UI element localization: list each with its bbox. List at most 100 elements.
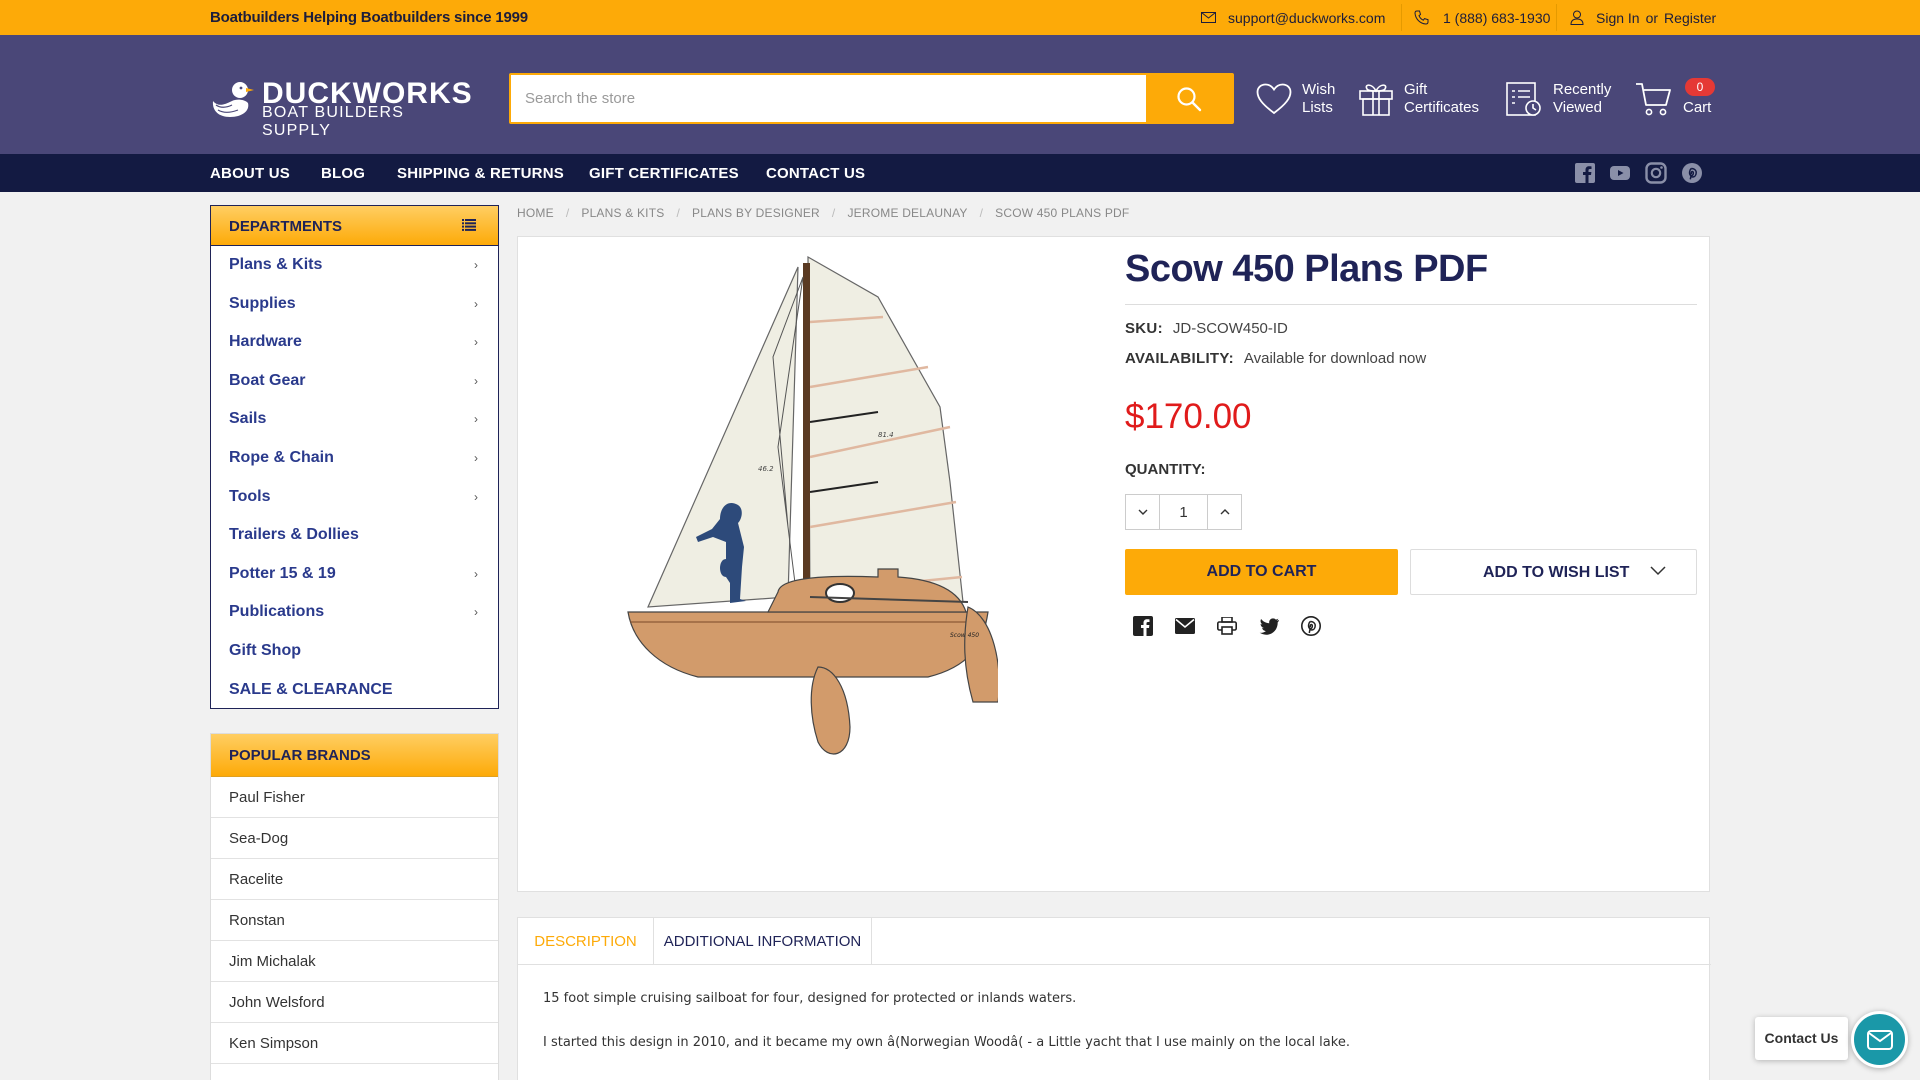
breadcrumb-current: SCOW 450 PLANS PDF (995, 206, 1130, 220)
search-input[interactable]: Search the store (525, 90, 635, 107)
quantity-input[interactable]: 1 (1160, 504, 1207, 521)
dept-plans-kits[interactable]: Plans & Kits › (211, 246, 498, 285)
recently-viewed-link[interactable]: Recently Viewed (1505, 77, 1615, 121)
dept-sale-clearance[interactable]: SALE & CLEARANCE (211, 671, 498, 710)
contact-us-button[interactable] (1851, 1011, 1908, 1068)
departments-header[interactable]: DEPARTMENTS (211, 206, 498, 246)
instagram-icon[interactable] (1645, 162, 1667, 184)
logo[interactable]: DUCKWORKS BOAT BUILDERS SUPPLY (210, 77, 472, 139)
facebook-icon[interactable] (1574, 162, 1596, 184)
chevron-down-icon (1650, 566, 1666, 576)
brand-item[interactable]: Jim Michalak (211, 941, 498, 982)
breadcrumb-separator: / (831, 206, 836, 220)
popular-brands-title: POPULAR BRANDS (229, 747, 371, 764)
dept-supplies[interactable]: Supplies › (211, 285, 498, 324)
add-to-wish-list-label: ADD TO WISH LIST (1483, 564, 1630, 581)
tab-divider (518, 964, 1711, 965)
search-button[interactable] (1146, 75, 1232, 122)
add-to-wish-list-button[interactable]: ADD TO WISH LIST (1410, 549, 1697, 595)
dept-label: Tools (229, 487, 271, 505)
sku-value: JD-SCOW450-ID (1172, 320, 1288, 337)
phone-text: 1 (888) 683-1930 (1443, 9, 1551, 26)
contact-us-label[interactable]: Contact Us (1755, 1017, 1848, 1060)
email-link[interactable]: support@duckworks.com (1201, 0, 1385, 35)
add-to-cart-button[interactable]: ADD TO CART (1125, 549, 1398, 595)
breadcrumb-plans-by-designer[interactable]: PLANS BY DESIGNER (692, 206, 820, 220)
dept-trailers-dollies[interactable]: Trailers & Dollies (211, 516, 498, 555)
title-divider (1125, 304, 1697, 305)
dept-rope-chain[interactable]: Rope & Chain › (211, 439, 498, 478)
chevron-right-icon: › (474, 412, 478, 427)
chevron-right-icon: › (474, 296, 478, 311)
brand-item[interactable]: Ken Simpson (211, 1023, 498, 1064)
gift-certificates-link[interactable]: Gift Certificates (1358, 77, 1494, 121)
brand-item[interactable]: Ronstan (211, 900, 498, 941)
sku-row: SKU: JD-SCOW450-ID (1125, 320, 1288, 337)
recently-viewed-label: Recently Viewed (1553, 81, 1612, 116)
dept-hardware[interactable]: Hardware › (211, 323, 498, 362)
dept-tools[interactable]: Tools › (211, 478, 498, 517)
gift-certificates-label: Gift Certificates (1404, 81, 1480, 116)
account-links: Sign In or Register (1570, 0, 1716, 35)
tab-additional-information[interactable]: ADDITIONAL INFORMATION (654, 918, 872, 965)
nav-about-us[interactable]: ABOUT US (210, 165, 290, 182)
quantity-decrease-button[interactable] (1126, 495, 1160, 529)
share-facebook-icon[interactable] (1132, 615, 1154, 637)
divider (1556, 4, 1557, 31)
sign-in-link[interactable]: Sign In (1596, 10, 1640, 26)
chevron-right-icon: › (474, 373, 478, 388)
email-text: support@duckworks.com (1228, 9, 1386, 26)
recently-viewed-icon (1506, 82, 1541, 116)
pinterest-icon[interactable] (1681, 162, 1703, 184)
brand-item[interactable]: Sea-Dog (211, 818, 498, 859)
youtube-icon[interactable] (1609, 162, 1631, 184)
phone-icon (1414, 10, 1429, 25)
dept-sails[interactable]: Sails › (211, 400, 498, 439)
brand-label: Paul Fisher (229, 789, 305, 806)
print-icon[interactable] (1216, 615, 1238, 637)
brand-item[interactable]: John Welsford (211, 982, 498, 1023)
quantity-increase-button[interactable] (1207, 495, 1241, 529)
share-twitter-icon[interactable] (1258, 615, 1280, 637)
or-text: or (1645, 9, 1659, 26)
chevron-right-icon: › (474, 450, 478, 465)
brand-item[interactable]: Racelite (211, 859, 498, 900)
wish-lists-link[interactable]: Wish Lists (1256, 77, 1342, 121)
share-email-icon[interactable] (1174, 615, 1196, 637)
dept-potter[interactable]: Potter 15 & 19 › (211, 555, 498, 594)
main-nav: ABOUT US BLOG SHIPPING & RETURNS GIFT CE… (0, 154, 1920, 192)
phone-link[interactable]: 1 (888) 683-1930 (1414, 0, 1550, 35)
dept-label: SALE & CLEARANCE (229, 680, 393, 698)
product-title: Scow 450 Plans PDF (1125, 248, 1488, 290)
availability-row: AVAILABILITY: Available for download now (1125, 350, 1426, 367)
dept-label: Hardware (229, 333, 302, 351)
register-link[interactable]: Register (1664, 10, 1716, 26)
dept-label: Publications (229, 603, 325, 621)
breadcrumb-plans-kits[interactable]: PLANS & KITS (581, 206, 664, 220)
brand-item[interactable]: Paul Fisher (211, 777, 498, 818)
brand-label: Ken Simpson (229, 1035, 319, 1052)
product-price: $170.00 (1125, 397, 1252, 436)
breadcrumb-separator: / (979, 206, 984, 220)
breadcrumb-home[interactable]: HOME (517, 206, 554, 220)
dept-label: Trailers & Dollies (229, 526, 359, 544)
nav-gift-certificates[interactable]: GIFT CERTIFICATES (589, 165, 739, 182)
chevron-up-icon (1220, 509, 1229, 515)
logo-subtitle: BOAT BUILDERS SUPPLY (262, 104, 405, 139)
envelope-icon (1201, 12, 1216, 23)
sku-label: SKU: (1125, 320, 1163, 337)
breadcrumb-separator: / (676, 206, 681, 220)
wish-lists-label: Wish Lists (1302, 81, 1336, 116)
nav-blog[interactable]: BLOG (321, 165, 365, 182)
share-pinterest-icon[interactable] (1300, 615, 1322, 637)
nav-shipping-returns[interactable]: SHIPPING & RETURNS (397, 165, 564, 182)
nav-contact-us[interactable]: CONTACT US (766, 165, 865, 182)
dept-publications[interactable]: Publications › (211, 593, 498, 632)
dept-boat-gear[interactable]: Boat Gear › (211, 362, 498, 401)
tab-description[interactable]: DESCRIPTION (518, 918, 654, 965)
product-image[interactable]: 46.2 81.4 Scow 450 (578, 247, 998, 817)
cart-count-badge: 0 (1685, 78, 1715, 96)
dept-gift-shop[interactable]: Gift Shop (211, 632, 498, 671)
list-icon (462, 219, 476, 231)
breadcrumb-designer[interactable]: JEROME DELAUNAY (847, 206, 967, 220)
